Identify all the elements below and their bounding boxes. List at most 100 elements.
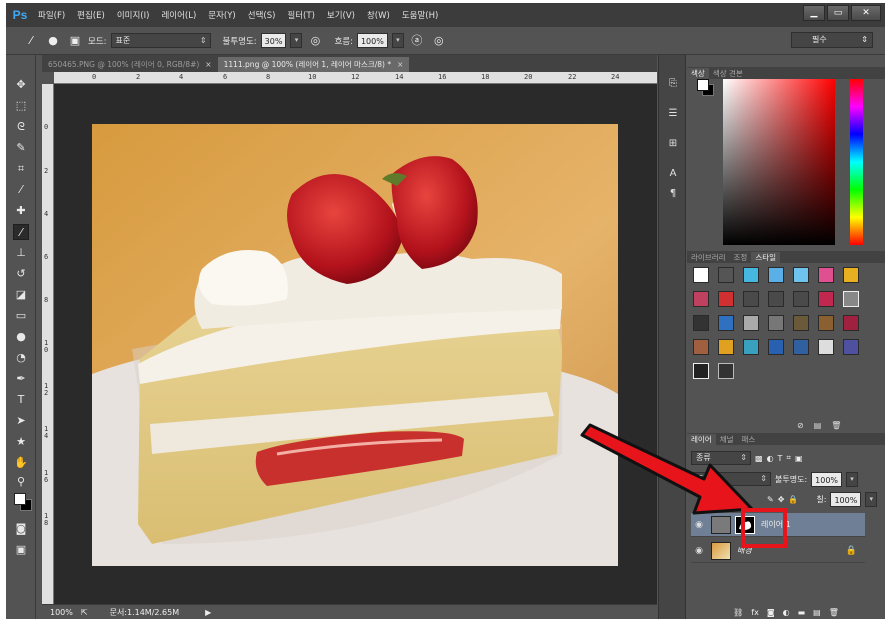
visibility-eye-icon[interactable]: ◉: [691, 520, 707, 530]
style-swatch[interactable]: [768, 315, 784, 331]
style-swatch[interactable]: [693, 363, 709, 379]
brush-panel-toggle-icon[interactable]: ▣: [66, 32, 84, 50]
style-swatch[interactable]: [768, 339, 784, 355]
lock-position-icon[interactable]: ✥: [778, 495, 785, 504]
properties-icon[interactable]: ☰: [666, 107, 680, 121]
style-swatch[interactable]: [818, 291, 834, 307]
fill-dropdown-icon[interactable]: ▾: [865, 491, 878, 507]
quick-mask-icon[interactable]: ◙: [13, 521, 29, 537]
menu-type[interactable]: 문자(Y): [202, 9, 241, 21]
trash-icon[interactable]: 🗑: [831, 421, 841, 430]
link-layers-icon[interactable]: ⛓: [733, 608, 743, 617]
style-swatch[interactable]: [818, 315, 834, 331]
pressure-size-icon[interactable]: ◎: [430, 32, 448, 50]
opacity-dropdown-icon[interactable]: ▾: [290, 33, 303, 48]
style-swatch[interactable]: [818, 267, 834, 283]
menu-window[interactable]: 창(W): [361, 9, 396, 21]
restore-button[interactable]: ▭: [827, 5, 849, 21]
lasso-tool-icon[interactable]: ᘓ: [13, 119, 29, 135]
tab-1111[interactable]: 1111.png @ 100% (레이어 1, 레이어 마스크/8) * ×: [217, 57, 410, 72]
adjustment-filter-icon[interactable]: ◐: [767, 454, 774, 463]
gradient-tool-icon[interactable]: ▭: [13, 308, 29, 324]
clone-stamp-tool-icon[interactable]: ⊥: [13, 245, 29, 261]
dodge-tool-icon[interactable]: ◔: [13, 350, 29, 366]
lock-all-icon[interactable]: 🔒: [788, 495, 798, 504]
style-swatch[interactable]: [793, 267, 809, 283]
hand-tool-icon[interactable]: ✋: [13, 455, 29, 471]
fill-input[interactable]: 100%: [830, 491, 862, 507]
style-swatch[interactable]: [743, 267, 759, 283]
style-swatch[interactable]: [693, 291, 709, 307]
pressure-opacity-icon[interactable]: ◎: [306, 32, 324, 50]
mode-select[interactable]: 표준 ⇕: [110, 33, 211, 48]
style-swatch[interactable]: [693, 315, 709, 331]
clone-source-icon[interactable]: ⊞: [666, 137, 680, 151]
lock-pixels-icon[interactable]: ✎: [767, 495, 774, 504]
add-mask-icon[interactable]: ◙: [767, 608, 775, 617]
style-swatch[interactable]: [693, 339, 709, 355]
style-swatch[interactable]: [793, 339, 809, 355]
airbrush-icon[interactable]: ⓐ: [408, 32, 426, 50]
menu-layer[interactable]: 레이어(L): [155, 9, 202, 21]
opacity-input[interactable]: 30%: [260, 33, 287, 48]
menu-view[interactable]: 보기(V): [321, 9, 361, 21]
close-icon[interactable]: ×: [397, 57, 403, 72]
menu-image[interactable]: 이미지(I): [111, 9, 156, 21]
quick-select-tool-icon[interactable]: ✎: [13, 140, 29, 156]
history-icon[interactable]: ⎘: [666, 77, 680, 91]
pen-tool-icon[interactable]: ✒: [13, 371, 29, 387]
healing-tool-icon[interactable]: ✚: [13, 203, 29, 219]
workspace-select[interactable]: 필수 ⇕: [791, 32, 873, 48]
crop-tool-icon[interactable]: ⌗: [13, 161, 29, 177]
paragraph-icon[interactable]: ¶: [666, 187, 680, 201]
type-tool-icon[interactable]: T: [13, 392, 29, 408]
brush-size-picker-icon[interactable]: ●: [44, 32, 62, 50]
style-swatch[interactable]: [743, 315, 759, 331]
new-style-icon[interactable]: ▤: [814, 421, 822, 430]
hue-slider[interactable]: [850, 79, 863, 245]
style-swatch[interactable]: [793, 315, 809, 331]
character-icon[interactable]: A: [666, 167, 680, 181]
brush-tool-icon[interactable]: ⁄: [13, 224, 29, 240]
tab-libraries[interactable]: 라이브러리: [687, 252, 730, 263]
style-swatch[interactable]: [768, 291, 784, 307]
zoom-tool-icon[interactable]: ⚲: [13, 474, 29, 490]
menu-help[interactable]: 도움말(H): [396, 9, 444, 21]
type-filter-icon[interactable]: T: [778, 454, 783, 463]
visibility-eye-icon[interactable]: ◉: [691, 546, 707, 556]
style-swatch[interactable]: [843, 291, 859, 307]
menu-filter[interactable]: 필터(T): [281, 9, 320, 21]
clear-style-icon[interactable]: ⊘: [797, 421, 804, 430]
style-swatch[interactable]: [693, 267, 709, 283]
menu-select[interactable]: 선택(S): [242, 9, 282, 21]
marquee-tool-icon[interactable]: ⬚: [13, 98, 29, 114]
minimize-button[interactable]: ▁: [803, 5, 825, 21]
shape-tool-icon[interactable]: ★: [13, 434, 29, 450]
layer-opacity-dropdown-icon[interactable]: ▾: [846, 471, 859, 487]
tab-650465[interactable]: 650465.PNG @ 100% (레이어 0, RGB/8#) ×: [42, 57, 218, 72]
zoom-level[interactable]: 100%: [50, 608, 73, 617]
image-canvas[interactable]: [92, 124, 618, 566]
move-tool-icon[interactable]: ✥: [13, 77, 29, 93]
screen-mode-icon[interactable]: ▣: [13, 542, 29, 558]
style-swatch[interactable]: [743, 339, 759, 355]
adjustment-layer-icon[interactable]: ◐: [783, 608, 790, 617]
style-swatch[interactable]: [843, 267, 859, 283]
eyedropper-tool-icon[interactable]: ⁄: [13, 182, 29, 198]
style-swatch[interactable]: [718, 363, 734, 379]
shape-filter-icon[interactable]: ⌗: [786, 453, 791, 463]
trash-icon[interactable]: 🗑: [829, 608, 839, 617]
style-swatch[interactable]: [843, 339, 859, 355]
foreground-color-swatch[interactable]: [14, 493, 26, 505]
tab-color[interactable]: 색상: [687, 68, 709, 79]
history-brush-tool-icon[interactable]: ↺: [13, 266, 29, 282]
group-folder-icon[interactable]: ▬: [798, 608, 806, 617]
style-swatch[interactable]: [718, 267, 734, 283]
style-swatch[interactable]: [793, 291, 809, 307]
panel-foreground-swatch[interactable]: [697, 79, 709, 91]
flow-input[interactable]: 100%: [356, 33, 388, 48]
style-swatch[interactable]: [718, 315, 734, 331]
style-swatch[interactable]: [818, 339, 834, 355]
new-layer-icon[interactable]: ▤: [813, 608, 821, 617]
menu-file[interactable]: 파일(F): [32, 9, 71, 21]
